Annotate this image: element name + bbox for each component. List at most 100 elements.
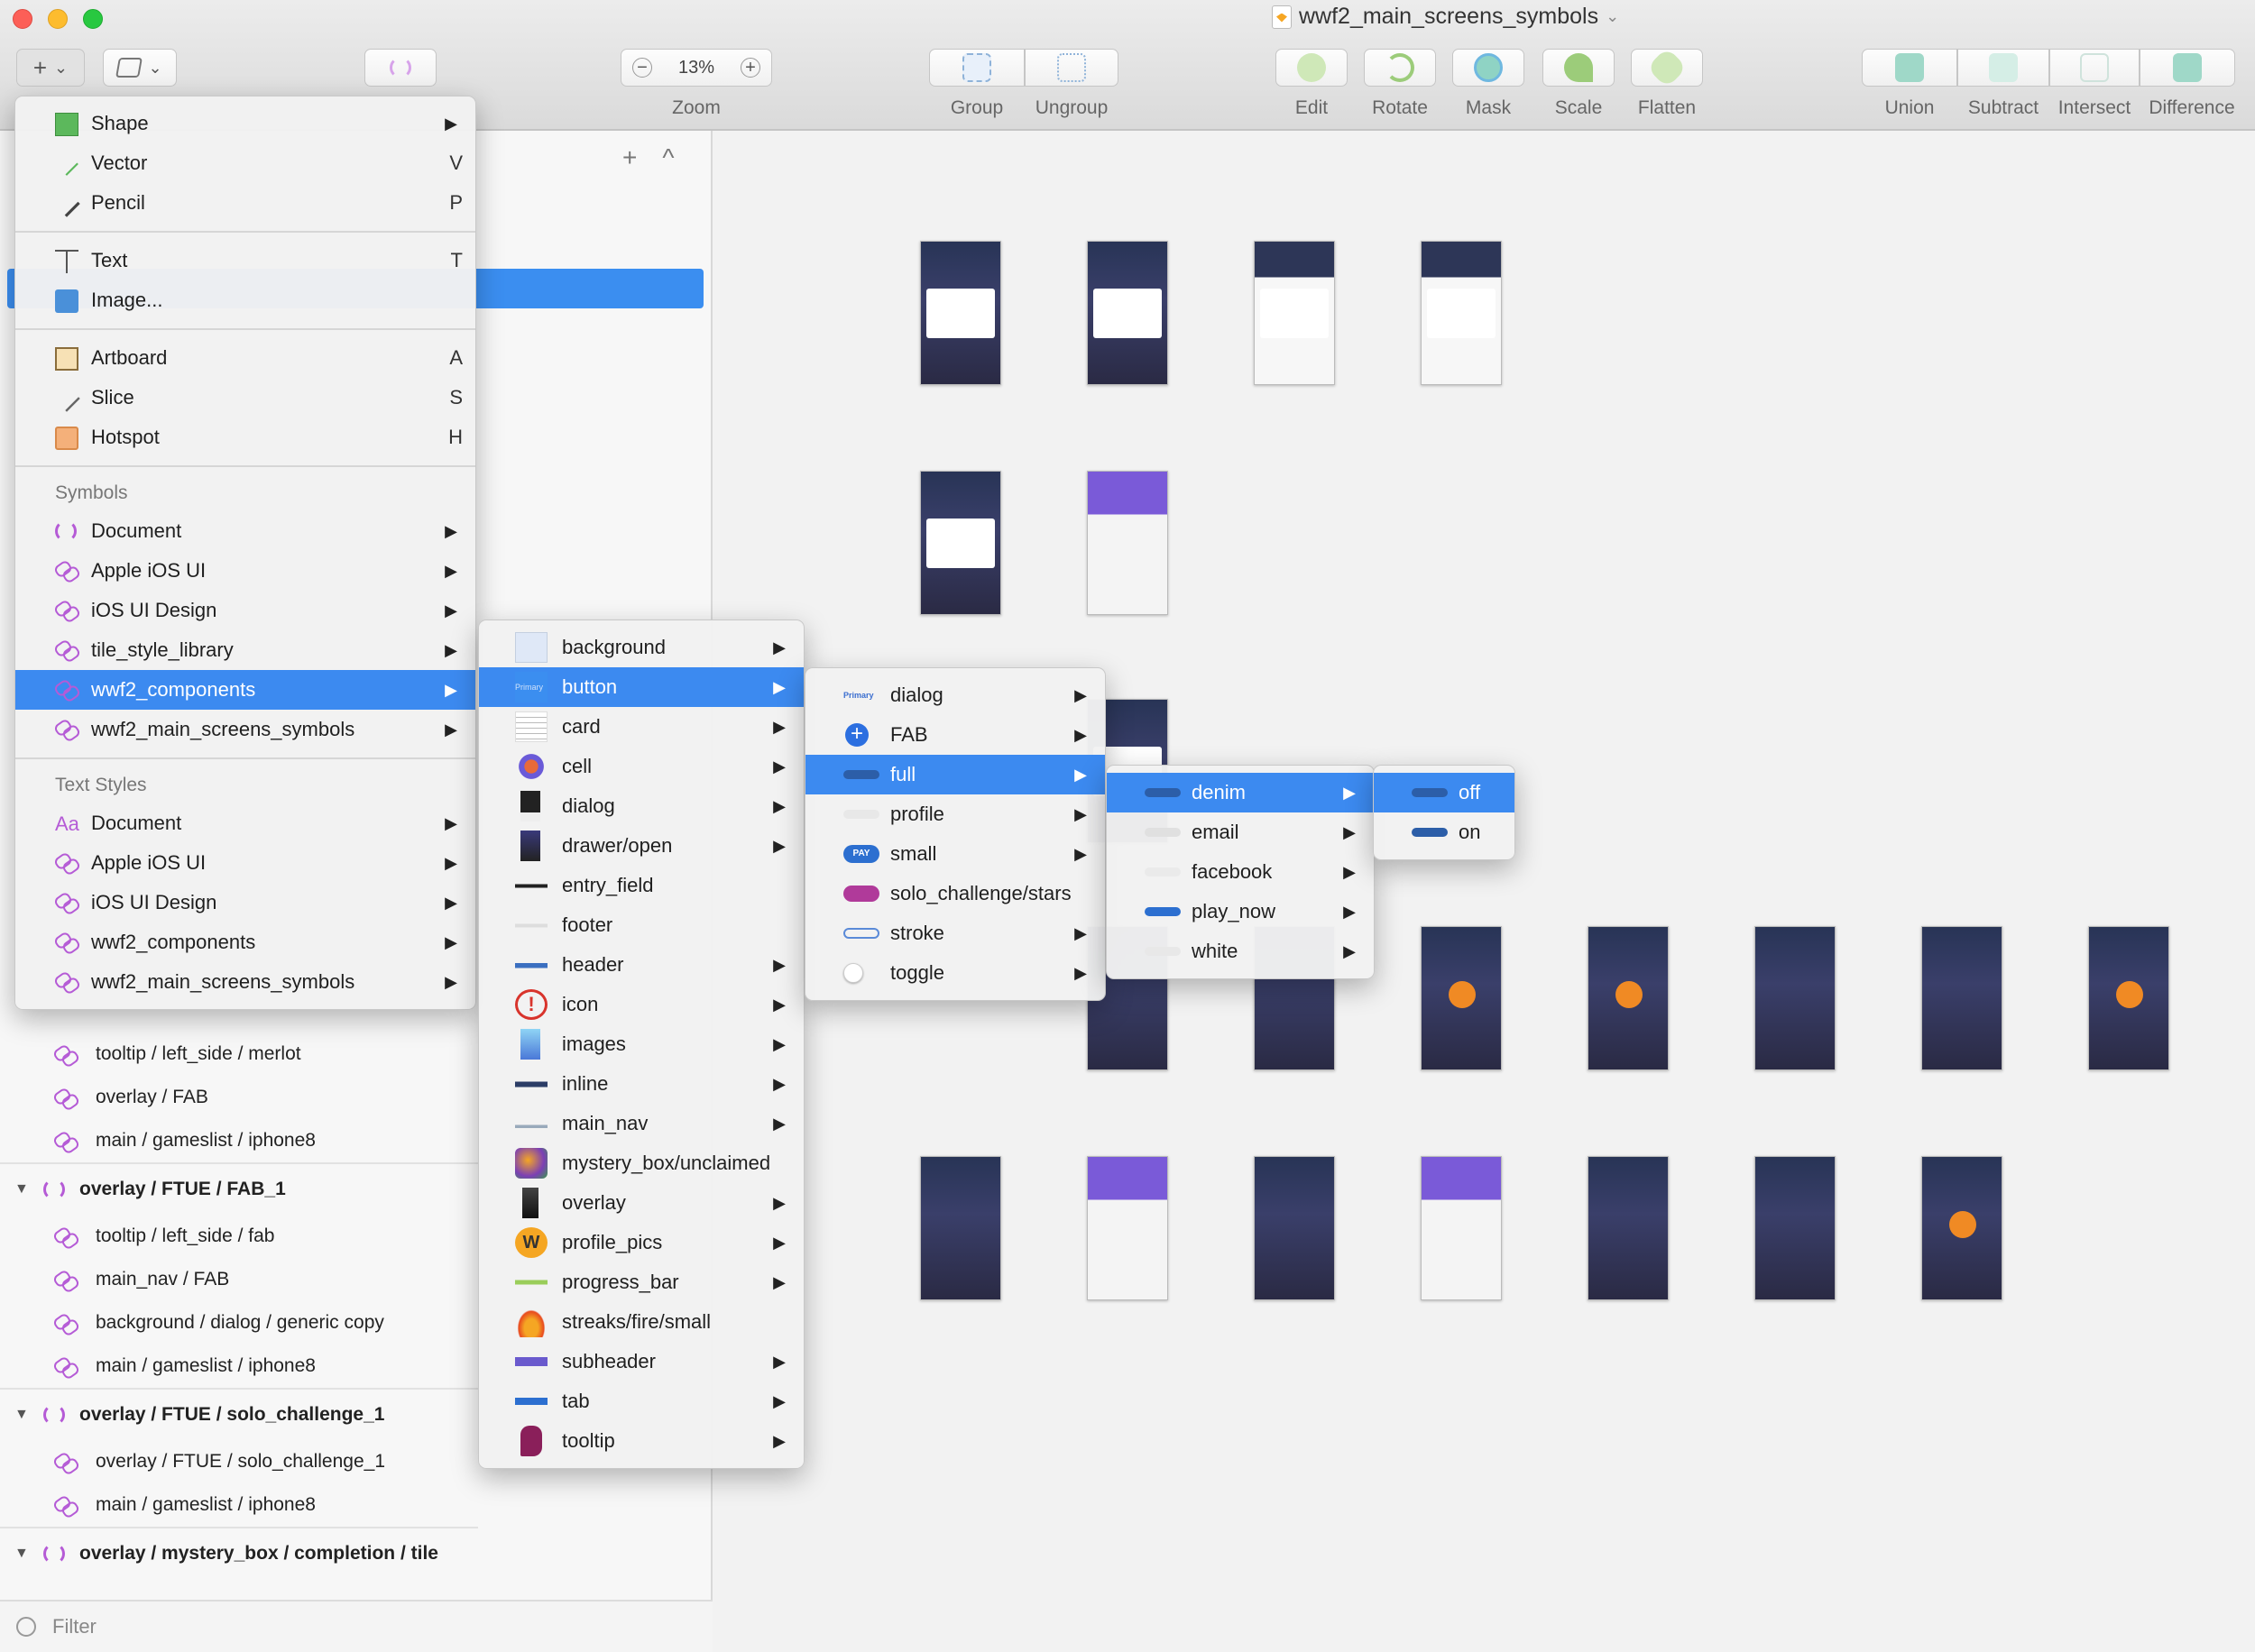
filter-bar[interactable]: Filter	[0, 1600, 713, 1652]
components-item-inline[interactable]: inline ▶	[479, 1064, 804, 1104]
components-item-streaks-fire-small[interactable]: streaks/fire/small	[479, 1302, 804, 1342]
create-symbol-button[interactable]	[364, 49, 437, 87]
insert-item-image[interactable]: Image...	[15, 280, 475, 320]
text-styles-item-apple-ios-ui[interactable]: Apple iOS UI ▶	[15, 843, 475, 883]
chevron-down-icon[interactable]: ⌄	[1606, 7, 1619, 26]
components-item-dialog[interactable]: dialog ▶	[479, 786, 804, 826]
components-item-main-nav[interactable]: main_nav ▶	[479, 1104, 804, 1143]
text-styles-item-document[interactable]: Aa Document ▶	[15, 803, 475, 843]
components-item-background[interactable]: background ▶	[479, 628, 804, 667]
symbols-item-apple-ios-ui[interactable]: Apple iOS UI ▶	[15, 551, 475, 591]
subtract-button[interactable]	[1957, 49, 2049, 87]
intersect-button[interactable]	[2049, 49, 2140, 87]
button-item-stroke[interactable]: stroke ▶	[805, 913, 1105, 953]
insert-item-artboard[interactable]: Artboard A	[15, 338, 475, 378]
layer-row[interactable]: main / gameslist / iphone8	[0, 1119, 478, 1162]
layer-group-row[interactable]: ▼ overlay / FTUE / solo_challenge_1	[0, 1388, 478, 1440]
components-item-tooltip[interactable]: tooltip ▶	[479, 1421, 804, 1461]
artboard-thumbnail[interactable]	[1421, 1156, 1502, 1300]
artboard-thumbnail[interactable]	[1254, 1156, 1335, 1300]
ungroup-button[interactable]	[1025, 49, 1118, 87]
layer-row[interactable]: overlay / FAB	[0, 1076, 478, 1119]
insert-button[interactable]: + ⌄	[16, 49, 85, 87]
rotate-button[interactable]	[1364, 49, 1436, 87]
layer-list-button[interactable]: ⌄	[103, 49, 177, 87]
layer-row[interactable]: main / gameslist / iphone8	[0, 1345, 478, 1388]
zoom-in-button[interactable]: +	[741, 58, 760, 78]
artboard-thumbnail[interactable]	[1421, 926, 1502, 1070]
difference-button[interactable]	[2140, 49, 2235, 87]
components-item-subheader[interactable]: subheader ▶	[479, 1342, 804, 1381]
symbols-item-tile-style-library[interactable]: tile_style_library ▶	[15, 630, 475, 670]
button-item-dialog[interactable]: Primary dialog ▶	[805, 675, 1105, 715]
text-styles-item-wwf2-components[interactable]: wwf2_components ▶	[15, 922, 475, 962]
artboard-thumbnail[interactable]	[1588, 1156, 1669, 1300]
insert-item-pencil[interactable]: Pencil P	[15, 183, 475, 223]
close-window-button[interactable]	[13, 9, 32, 29]
layer-row[interactable]: main / gameslist / iphone8	[0, 1483, 478, 1527]
full-item-facebook[interactable]: facebook ▶	[1107, 852, 1374, 892]
components-item-footer[interactable]: footer	[479, 905, 804, 945]
zoom-window-button[interactable]	[83, 9, 103, 29]
insert-item-slice[interactable]: Slice S	[15, 378, 475, 418]
insert-item-shape[interactable]: Shape ▶	[15, 104, 475, 143]
mask-button[interactable]	[1452, 49, 1524, 87]
components-item-images[interactable]: images ▶	[479, 1024, 804, 1064]
components-item-tab[interactable]: tab ▶	[479, 1381, 804, 1421]
artboard-thumbnail[interactable]	[920, 471, 1001, 615]
union-button[interactable]	[1862, 49, 1957, 87]
collapse-pages-button[interactable]: ^	[662, 143, 674, 172]
artboard-thumbnail[interactable]	[920, 1156, 1001, 1300]
components-item-icon[interactable]: ! icon ▶	[479, 985, 804, 1024]
layer-group-row[interactable]: ▼ overlay / mystery_box / completion / ti…	[0, 1527, 478, 1579]
artboard-thumbnail[interactable]	[1588, 926, 1669, 1070]
full-item-play-now[interactable]: play_now ▶	[1107, 892, 1374, 932]
layer-row[interactable]: overlay / FTUE / solo_challenge_1	[0, 1440, 478, 1483]
denim-item-on[interactable]: on	[1374, 812, 1514, 852]
full-item-denim[interactable]: denim ▶	[1107, 773, 1374, 812]
artboard-thumbnail[interactable]	[2088, 926, 2169, 1070]
artboard-thumbnail[interactable]	[1754, 926, 1836, 1070]
denim-item-off[interactable]: off	[1374, 773, 1514, 812]
artboard-thumbnail[interactable]	[1087, 1156, 1168, 1300]
scale-button[interactable]	[1542, 49, 1615, 87]
components-item-progress-bar[interactable]: progress_bar ▶	[479, 1262, 804, 1302]
button-item-small[interactable]: PAY small ▶	[805, 834, 1105, 874]
insert-item-vector[interactable]: Vector V	[15, 143, 475, 183]
text-styles-item-ios-ui-design[interactable]: iOS UI Design ▶	[15, 883, 475, 922]
button-item-full[interactable]: full ▶	[805, 755, 1105, 794]
button-item-solo-challenge-stars[interactable]: solo_challenge/stars	[805, 874, 1105, 913]
artboard-thumbnail[interactable]	[1421, 241, 1502, 385]
disclosure-triangle-icon[interactable]: ▼	[14, 1407, 29, 1423]
artboard-thumbnail[interactable]	[1254, 241, 1335, 385]
minimize-window-button[interactable]	[48, 9, 68, 29]
text-styles-item-wwf2-main-screens-symbols[interactable]: wwf2_main_screens_symbols ▶	[15, 962, 475, 1002]
components-item-overlay[interactable]: overlay ▶	[479, 1183, 804, 1223]
components-item-entry-field[interactable]: entry_field	[479, 866, 804, 905]
layer-row[interactable]: background / dialog / generic copy	[0, 1301, 478, 1345]
components-item-drawer-open[interactable]: drawer/open ▶	[479, 826, 804, 866]
layer-group-row[interactable]: ▼ overlay / FTUE / FAB_1	[0, 1162, 478, 1215]
layer-row[interactable]: main_nav / FAB	[0, 1258, 478, 1301]
artboard-thumbnail[interactable]	[1087, 241, 1168, 385]
artboard-thumbnail[interactable]	[1921, 1156, 2002, 1300]
symbols-item-wwf2-main-screens-symbols[interactable]: wwf2_main_screens_symbols ▶	[15, 710, 475, 749]
components-item-header[interactable]: header ▶	[479, 945, 804, 985]
full-item-email[interactable]: email ▶	[1107, 812, 1374, 852]
symbols-item-wwf2-components[interactable]: wwf2_components ▶	[15, 670, 475, 710]
symbols-item-document[interactable]: Document ▶	[15, 511, 475, 551]
components-item-profile-pics[interactable]: Wprofile_pics ▶	[479, 1223, 804, 1262]
layer-row[interactable]: tooltip / left_side / fab	[0, 1215, 478, 1258]
artboard-thumbnail[interactable]	[1921, 926, 2002, 1070]
artboard-thumbnail[interactable]	[920, 241, 1001, 385]
disclosure-triangle-icon[interactable]: ▼	[14, 1546, 29, 1562]
components-item-cell[interactable]: cell ▶	[479, 747, 804, 786]
insert-item-text[interactable]: Text T	[15, 241, 475, 280]
artboard-thumbnail[interactable]	[1087, 471, 1168, 615]
insert-item-hotspot[interactable]: Hotspot H	[15, 418, 475, 457]
button-item-profile[interactable]: profile ▶	[805, 794, 1105, 834]
symbols-item-ios-ui-design[interactable]: iOS UI Design ▶	[15, 591, 475, 630]
full-item-white[interactable]: white ▶	[1107, 932, 1374, 971]
flatten-button[interactable]	[1631, 47, 1703, 88]
artboard-thumbnail[interactable]	[1754, 1156, 1836, 1300]
